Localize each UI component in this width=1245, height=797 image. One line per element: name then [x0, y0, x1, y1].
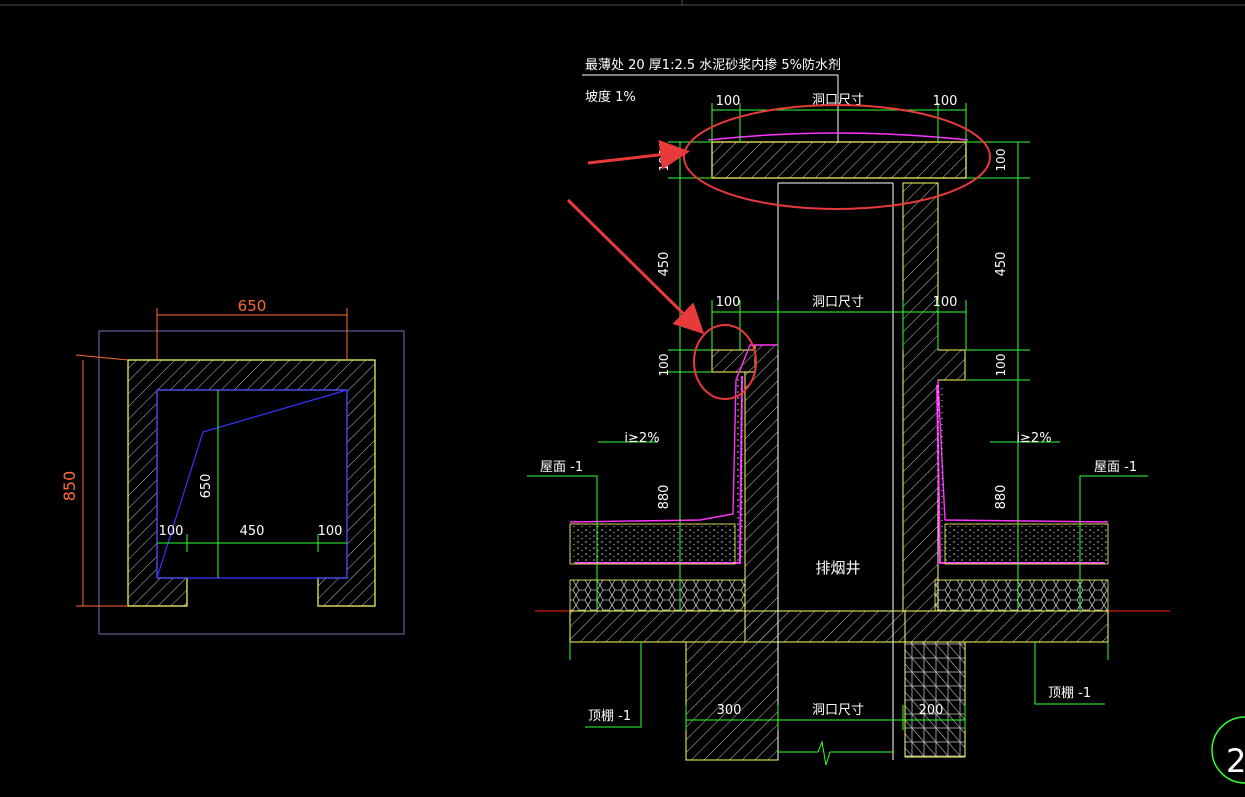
base-dim-left: 300: [717, 703, 742, 718]
left-roof-insulation: [569, 579, 746, 612]
roof-label-right: 屋面 -1: [1094, 460, 1137, 475]
left-roof-gravel: [569, 523, 736, 565]
upstand-height-left: 880: [657, 485, 672, 510]
ceiling-label-left: 顶棚 -1: [588, 709, 631, 724]
plan-dim-height-label: 850: [60, 471, 79, 502]
upstand-height-right: 880: [994, 485, 1009, 510]
left-wall-lining: [736, 378, 744, 562]
ledge-dim-left: 100: [716, 295, 741, 310]
slope-left: i≥2%: [624, 431, 659, 446]
detail-marker-number: 2: [1226, 742, 1245, 780]
ceiling-label-right: 顶棚 -1: [1048, 686, 1091, 701]
cap-height-right: 100: [994, 149, 1008, 172]
riser-height-left: 450: [657, 252, 672, 277]
base-dim-opening: 洞口尺寸: [812, 703, 864, 718]
roof-slab: [569, 610, 1109, 643]
shaft-label: 排烟井: [815, 559, 860, 577]
cap-height-left: 100: [657, 149, 671, 172]
section-note-line2: 坡度 1%: [585, 89, 636, 105]
ledge-dim-right: 100: [933, 295, 958, 310]
ledge-height-left: 100: [657, 354, 671, 377]
right-roof-insulation: [934, 579, 1109, 612]
cap-dim-right: 100: [933, 94, 958, 109]
riser-height-right: 450: [994, 252, 1009, 277]
plan-dim-ext-top: [75, 354, 129, 361]
right-membrane: [937, 379, 1109, 523]
plan-view: 650 850 650 100 450 100: [60, 297, 405, 635]
plan-dim-left-wall-label: 100: [159, 524, 184, 539]
right-roof-gravel: [944, 523, 1109, 565]
left-ledge-cap: [711, 349, 756, 373]
shaft-break-line: [778, 740, 893, 766]
slope-right: i≥2%: [1016, 431, 1051, 446]
cap-dim-left: 100: [716, 94, 741, 109]
section-note-line1: 最薄处 20 厚1:2.5 水泥砂浆内掺 5%防水剂: [585, 57, 841, 73]
base-dim-right: 200: [919, 703, 944, 718]
ledge-height-right: 100: [994, 354, 1008, 377]
right-wall-lining: [937, 385, 945, 561]
cad-drawing-canvas: 650 850 650 100 450 100 最薄处 20 厚1:2.5 水泥…: [0, 0, 1245, 784]
ledge-dim-opening: 洞口尺寸: [812, 295, 864, 310]
plan-dim-right-wall-label: 100: [318, 524, 343, 539]
roof-label-left: 屋面 -1: [540, 460, 583, 475]
plan-dim-width-label: 650: [238, 297, 267, 315]
right-lower-wall: [904, 641, 966, 758]
top-cap-slab: [711, 141, 967, 179]
plan-wall-hatch: [127, 359, 376, 607]
plan-dim-inner-height-label: 650: [199, 474, 214, 499]
section-view: 最薄处 20 厚1:2.5 水泥砂浆内掺 5%防水剂 坡度 1% 100 洞口尺…: [527, 57, 1170, 766]
plan-dim-opening-label: 450: [240, 524, 265, 539]
